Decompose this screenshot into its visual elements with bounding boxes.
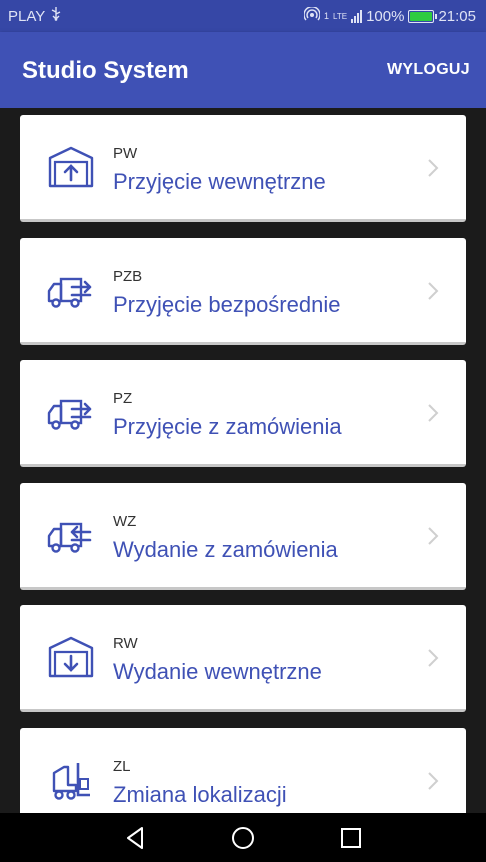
menu-item-label: Wydanie z zamówienia [113,536,338,562]
menu-item-label: Przyjęcie bezpośrednie [113,291,341,317]
menu-item-label: Przyjęcie wewnętrzne [113,169,326,194]
menu-item-label: Przyjęcie z zamówienia [113,414,342,439]
battery-percent: 100% [366,7,405,25]
status-bar: PLAY 1 LTE 100% 21:05 [0,0,486,32]
battery-fill [410,11,433,21]
hotspot-icon [303,5,321,25]
menu-item-label: Zmiana lokalizacji [113,781,287,807]
warehouse-in-icon [46,142,96,192]
app-bar: Studio System WYLOGUJ [0,32,486,108]
navigation-bar [0,813,486,862]
truck-out-icon [46,510,96,560]
menu-item-zl[interactable]: ZL Zmiana lokalizacji [20,727,466,813]
warehouse-out-icon [46,632,96,682]
forklift-icon [46,755,96,805]
menu-item-rw[interactable]: RW Wydanie wewnętrzne [20,605,466,712]
clock: 21:05 [438,7,476,25]
chevron-right-icon [426,157,440,179]
truck-in-icon [46,265,96,315]
sim-label: 1 [323,11,329,21]
chevron-right-icon [426,525,440,547]
carrier-label: PLAY [8,7,46,25]
chevron-right-icon [426,280,440,302]
usb-icon [50,7,62,25]
menu-item-label: Wydanie wewnętrzne [113,659,322,684]
menu-item-pzb[interactable]: PZB Przyjęcie bezpośrednie [20,237,466,345]
chevron-right-icon [426,770,440,792]
menu-item-code: WZ [113,512,137,530]
menu-list[interactable]: PW Przyjęcie wewnętrzne PZB Przyjęcie bezpo… [0,108,486,813]
network-label: LTE [333,11,348,21]
signal-icon [351,9,363,23]
menu-item-code: PZ [113,390,133,407]
battery-icon [408,9,438,23]
app-title: Studio System [22,57,189,84]
menu-item-code: PZB [113,267,143,285]
menu-item-pw[interactable]: PW Przyjęcie wewnętrzne [20,115,466,222]
menu-item-code: ZL [113,757,131,775]
chevron-right-icon [426,402,440,424]
menu-item-wz[interactable]: WZ Wydanie z zamówienia [20,482,466,590]
back-icon[interactable] [123,825,149,851]
home-icon[interactable] [230,825,256,851]
menu-item-pz[interactable]: PZ Przyjęcie z zamówienia [20,360,466,467]
menu-item-code: RW [113,635,138,652]
chevron-right-icon [426,647,440,669]
logout-button[interactable]: WYLOGUJ [387,61,470,79]
recents-icon[interactable] [338,825,364,851]
menu-item-code: PW [113,145,138,162]
truck-in-icon [46,387,96,437]
